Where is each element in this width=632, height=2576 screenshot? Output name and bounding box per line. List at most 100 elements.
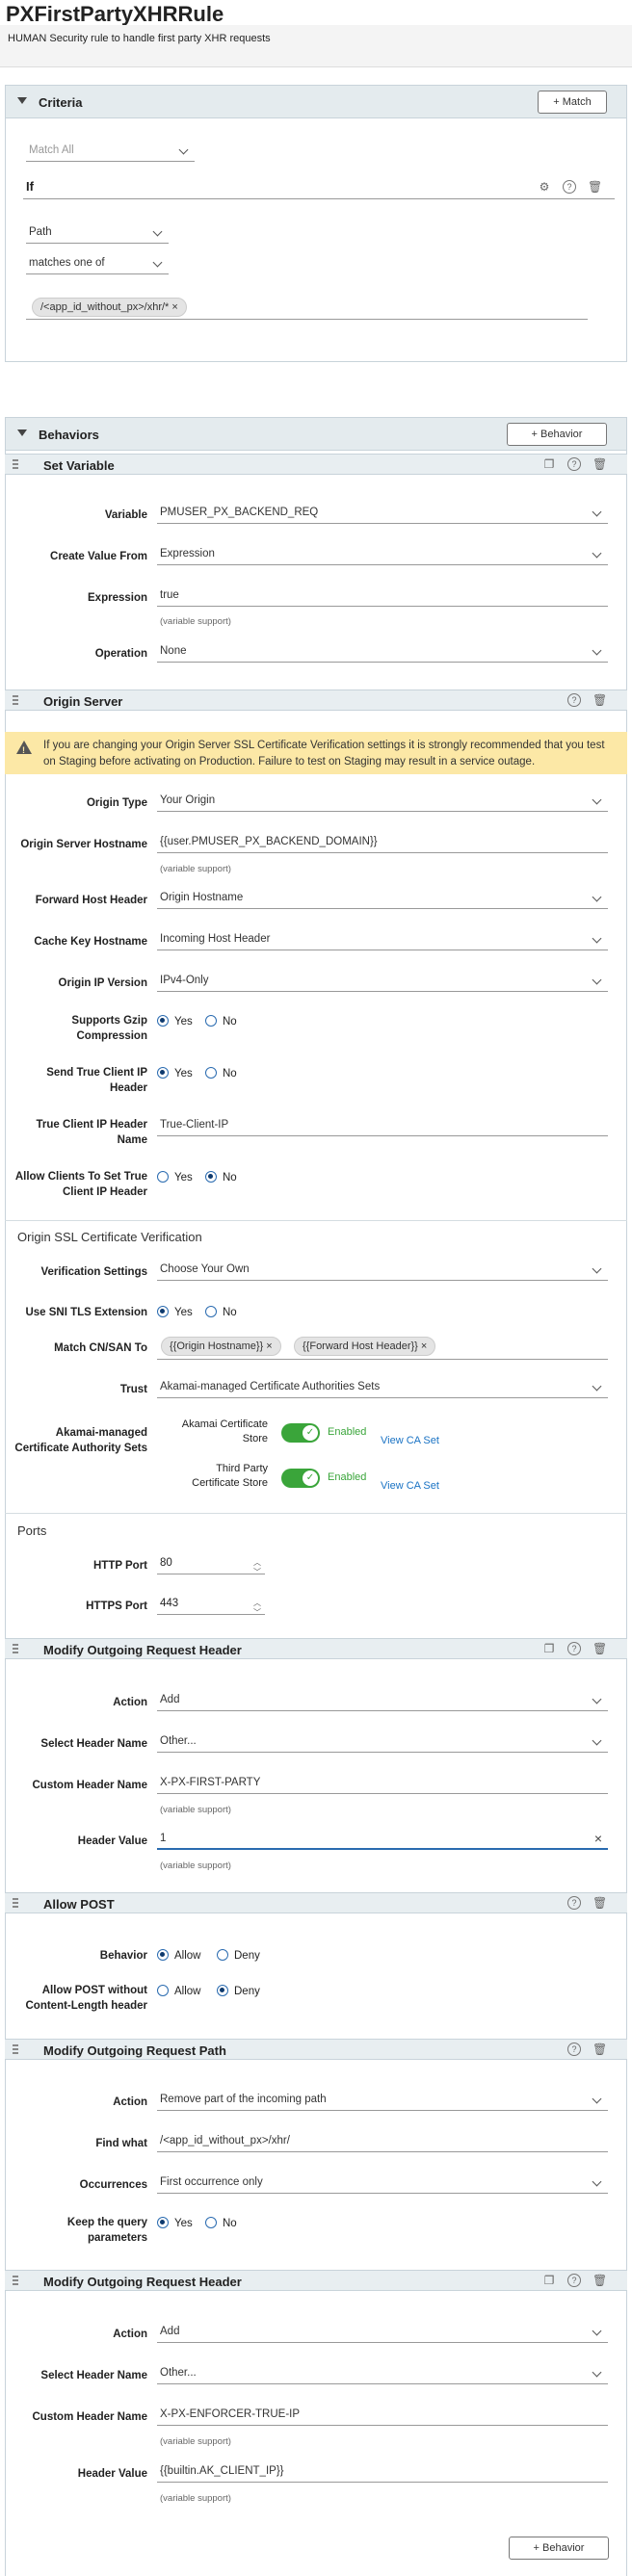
origin-hostname-input[interactable]: {{user.PMUSER_PX_BACKEND_DOMAIN}} xyxy=(157,832,608,853)
help-icon[interactable]: ? xyxy=(567,2043,581,2056)
trash-icon[interactable]: 🗑 xyxy=(592,1896,607,1910)
view-ca-link[interactable]: View CA Set xyxy=(381,1480,439,1492)
origin-server-header[interactable]: Origin Server ? 🗑 xyxy=(5,690,627,711)
view-ca-link[interactable]: View CA Set xyxy=(381,1435,439,1446)
warning-text: If you are changing your Origin Server S… xyxy=(43,740,605,768)
trash-icon[interactable]: 🗑 xyxy=(588,180,602,194)
behaviors-header[interactable]: Behaviors + Behavior xyxy=(6,418,626,451)
drag-handle-icon[interactable] xyxy=(13,459,18,471)
help-icon[interactable]: ? xyxy=(567,693,581,707)
no-length-label: Allow POST without Content-Length header xyxy=(25,1985,148,2012)
rule-description[interactable]: HUMAN Security rule to handle first part… xyxy=(0,25,632,67)
trash-icon[interactable]: 🗑 xyxy=(592,457,607,471)
add-match-button[interactable]: + Match xyxy=(538,91,607,114)
akamai-store-toggle[interactable] xyxy=(281,1423,320,1443)
req-header-2-header[interactable]: Modify Outgoing Request Header ❐ ? 🗑 xyxy=(5,2270,627,2291)
rule-title: PXFirstPartyXHRRule xyxy=(6,2,224,26)
third-party-store-toggle[interactable] xyxy=(281,1469,320,1488)
trash-icon[interactable]: 🗑 xyxy=(592,2274,607,2287)
ip-version-select[interactable]: IPv4-Only xyxy=(157,971,608,992)
trash-icon[interactable]: 🗑 xyxy=(592,1642,607,1655)
allow-clients-label: Allow Clients To Set True Client IP Heade… xyxy=(14,1171,147,1198)
clear-icon[interactable]: × xyxy=(594,1829,602,1848)
http-port-stepper[interactable]: 80 ︿ ﹀ xyxy=(157,1553,265,1576)
copy-icon[interactable]: ❐ xyxy=(542,457,556,471)
collapse-icon[interactable] xyxy=(17,429,27,436)
gzip-yes-radio[interactable]: Yes xyxy=(157,1015,193,1028)
true-ip-no-radio[interactable]: No xyxy=(205,1067,237,1080)
copy-icon[interactable]: ❐ xyxy=(542,1642,556,1655)
create-from-select[interactable]: Expression xyxy=(157,544,608,565)
find-what-input[interactable]: /<app_id_without_px>/xhr/ xyxy=(157,2131,608,2152)
select-header-select[interactable]: Other... xyxy=(157,1731,608,1753)
no-length-allow-radio[interactable]: Allow xyxy=(157,1985,200,1998)
gzip-no-radio[interactable]: No xyxy=(205,1015,237,1028)
help-icon[interactable]: ? xyxy=(567,1642,581,1655)
header-value-input[interactable]: 1 × xyxy=(157,1829,608,1850)
allow-post-title: Allow POST xyxy=(43,1897,115,1912)
set-variable-header[interactable]: Set Variable ❐ ? 🗑 xyxy=(5,454,627,475)
custom-header-input[interactable]: X-PX-ENFORCER-TRUE-IP xyxy=(157,2405,608,2426)
help-icon[interactable]: ? xyxy=(563,180,576,194)
help-icon[interactable]: ? xyxy=(567,2274,581,2287)
collapse-icon[interactable] xyxy=(17,97,27,104)
help-icon[interactable]: ? xyxy=(567,457,581,471)
sni-label: Use SNI TLS Extension xyxy=(25,1307,147,1318)
origin-type-select[interactable]: Your Origin xyxy=(157,791,608,812)
help-icon[interactable]: ? xyxy=(567,1896,581,1910)
path-action-select[interactable]: Remove part of the incoming path xyxy=(157,2090,608,2111)
sni-no-radio[interactable]: No xyxy=(205,1306,237,1319)
keep-query-label: Keep the query parameters xyxy=(66,2217,147,2244)
header-value-input[interactable]: {{builtin.AK_CLIENT_IP}} xyxy=(157,2461,608,2483)
req-header-title: Modify Outgoing Request Header xyxy=(43,1643,242,1657)
forward-host-select[interactable]: Origin Hostname xyxy=(157,888,608,909)
verification-select[interactable]: Choose Your Own xyxy=(157,1260,608,1281)
action-select[interactable]: Add xyxy=(157,1690,608,1711)
https-port-stepper[interactable]: 443 ︿ ﹀ xyxy=(157,1594,265,1617)
add-behavior-bottom-button[interactable]: + Behavior xyxy=(509,2537,609,2560)
custom-header-input[interactable]: X-PX-FIRST-PARTY xyxy=(157,1773,608,1794)
true-ip-yes-radio[interactable]: Yes xyxy=(157,1067,193,1080)
allow-clients-no-radio[interactable]: No xyxy=(205,1171,237,1184)
match-all-select[interactable]: Match All xyxy=(26,141,195,162)
keep-query-yes-radio[interactable]: Yes xyxy=(157,2217,193,2230)
drag-handle-icon[interactable] xyxy=(13,1898,18,1910)
variable-select[interactable]: PMUSER_PX_BACKEND_REQ xyxy=(157,503,608,524)
keep-query-no-radio[interactable]: No xyxy=(205,2217,237,2230)
sni-yes-radio[interactable]: Yes xyxy=(157,1306,193,1319)
cache-key-select[interactable]: Incoming Host Header xyxy=(157,929,608,950)
behavior-deny-radio[interactable]: Deny xyxy=(217,1949,260,1963)
chip-remove-icon[interactable]: × xyxy=(266,1340,272,1352)
occurrences-select[interactable]: First occurrence only xyxy=(157,2173,608,2194)
allow-clients-yes-radio[interactable]: Yes xyxy=(157,1171,193,1184)
condition-field-select[interactable]: Path xyxy=(26,222,169,244)
behavior-allow-radio[interactable]: Allow xyxy=(157,1949,200,1963)
chip-remove-icon[interactable]: × xyxy=(421,1340,427,1352)
trust-select[interactable]: Akamai-managed Certificate Authorities S… xyxy=(157,1377,608,1398)
chip-remove-icon[interactable]: × xyxy=(171,301,177,313)
copy-icon[interactable]: ❐ xyxy=(542,2274,556,2287)
trash-icon[interactable]: 🗑 xyxy=(592,693,607,707)
trash-icon[interactable]: 🗑 xyxy=(592,2043,607,2056)
drag-handle-icon[interactable] xyxy=(13,1644,18,1655)
operation-select[interactable]: None xyxy=(157,641,608,663)
https-port-label: HTTPS Port xyxy=(86,1600,147,1612)
expression-input[interactable]: true xyxy=(157,585,608,607)
select-header-label: Select Header Name xyxy=(40,1738,147,1750)
origin-hostname-label: Origin Server Hostname xyxy=(20,839,147,850)
allow-post-header[interactable]: Allow POST ? 🗑 xyxy=(5,1892,627,1913)
gear-icon[interactable]: ⚙ xyxy=(538,180,551,194)
no-length-deny-radio[interactable]: Deny xyxy=(217,1985,260,1998)
action-select[interactable]: Add xyxy=(157,2322,608,2343)
criteria-header[interactable]: Criteria + Match xyxy=(6,86,626,118)
select-header-select[interactable]: Other... xyxy=(157,2363,608,2384)
condition-operator-select[interactable]: matches one of xyxy=(26,253,169,274)
drag-handle-icon[interactable] xyxy=(13,2044,18,2056)
ssl-section-title: Origin SSL Certificate Verification xyxy=(17,1230,202,1244)
add-behavior-button[interactable]: + Behavior xyxy=(507,423,607,446)
drag-handle-icon[interactable] xyxy=(13,2276,18,2287)
req-path-header[interactable]: Modify Outgoing Request Path ? 🗑 xyxy=(5,2039,627,2060)
drag-handle-icon[interactable] xyxy=(13,695,18,707)
true-ip-name-input[interactable]: True-Client-IP xyxy=(157,1115,608,1136)
req-header-1-header[interactable]: Modify Outgoing Request Header ❐ ? 🗑 xyxy=(5,1638,627,1659)
